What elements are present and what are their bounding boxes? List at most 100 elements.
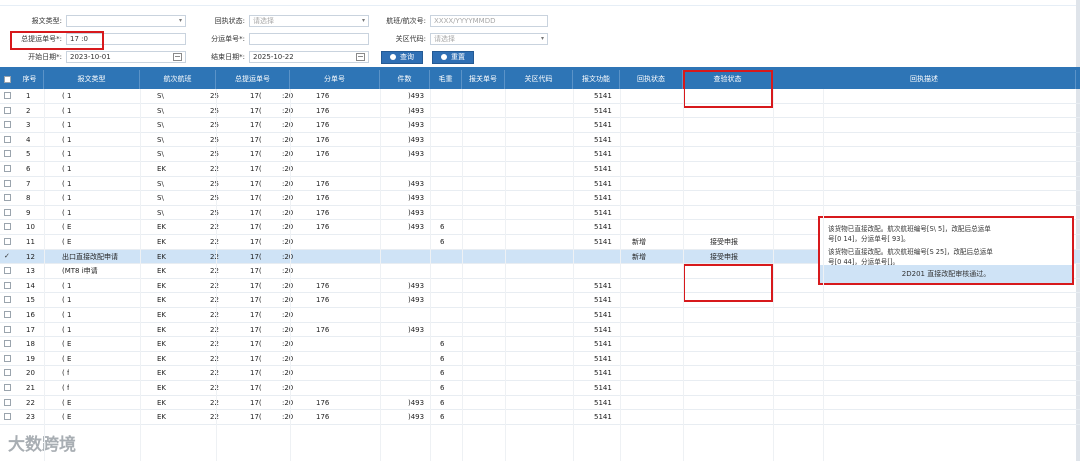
customs-code-cell: 5141 — [594, 121, 612, 130]
msg-type-cell: ( 1 — [62, 121, 72, 130]
voyage-input[interactable]: XXXX/YYYYMMDD — [430, 15, 548, 27]
master-bill-cell-2: :20 — [282, 296, 294, 305]
house-bill-cell-2: )493 — [408, 150, 425, 159]
house-bill-cell: 176 — [316, 135, 330, 144]
column-header[interactable]: 关区代码 — [505, 70, 573, 89]
column-divider — [140, 89, 141, 461]
search-button[interactable]: 查询 — [381, 51, 423, 64]
calendar-icon[interactable] — [356, 53, 365, 61]
msg-type-select[interactable]: ▾ — [66, 15, 186, 27]
row-number: 15 — [26, 296, 35, 305]
row-checkbox[interactable] — [4, 267, 11, 275]
select-all-checkbox[interactable] — [4, 76, 11, 83]
msg-type-label: 报文类型: — [31, 17, 62, 25]
table-row[interactable]: 4 ( 1 S\ 25 17(:20 176)493 5141 — [0, 133, 1080, 148]
row-checkbox[interactable] — [4, 398, 11, 406]
table-row[interactable]: 5 ( 1 S\ 25 17(:20 176)493 5141 — [0, 147, 1080, 162]
master-bill-cell-2: :20 — [282, 208, 294, 217]
voyage-cell-2: 22 — [210, 238, 219, 246]
msg-type-cell: ( E — [62, 238, 72, 246]
table-row[interactable]: 8 ( 1 S\ 25 17(:20 176)493 5141 — [0, 191, 1080, 206]
highlight-status-header — [683, 70, 773, 108]
table-row[interactable]: 2 ( 1 S\ 25 17(:20 176)493 5141 — [0, 104, 1080, 119]
row-checkbox[interactable] — [4, 194, 11, 202]
column-header[interactable]: 报文功能 — [573, 70, 620, 89]
row-checkbox[interactable] — [4, 223, 11, 231]
customs-label: 关区代码: — [395, 35, 426, 43]
customs-code-cell: 5141 — [594, 296, 612, 305]
end-date-input[interactable]: 2025-10-22 — [249, 51, 369, 63]
master-bill-cell: 17( — [250, 398, 262, 407]
table-row[interactable]: 18 ( E EK 22 17(:20 6 5141 — [0, 337, 1080, 352]
msg-type-cell: ( 1 — [62, 194, 72, 203]
row-checkbox[interactable] — [4, 413, 11, 421]
master-bill-cell-2: :20 — [282, 354, 294, 363]
table-row[interactable]: 7 ( 1 S\ 25 17(:20 176)493 5141 — [0, 177, 1080, 192]
column-divider — [620, 89, 621, 461]
column-divider — [290, 89, 291, 461]
row-number: 6 — [26, 165, 31, 173]
row-checkbox[interactable] — [4, 208, 11, 216]
row-checkbox[interactable] — [4, 384, 11, 391]
row-number: 4 — [26, 135, 31, 144]
column-header[interactable]: 毛重 — [430, 70, 462, 89]
row-checkbox[interactable]: ✓ — [4, 252, 11, 260]
table-row[interactable]: 3 ( 1 S\ 25 17(:20 176)493 5141 — [0, 118, 1080, 133]
start-date-input[interactable]: 2023-10-01 — [66, 51, 186, 63]
table-row[interactable]: 22 ( E EK 22 17(:20 176)493 6 5141 — [0, 396, 1080, 411]
table-row[interactable]: 15 ( 1 EK 22 17(:20 176)493 5141 — [0, 293, 1080, 308]
table-row[interactable]: 19 ( E EK 22 17(:20 6 5141 — [0, 352, 1080, 367]
table-row[interactable]: 23 ( E EK 22 17(:20 176)493 6 5141 — [0, 410, 1080, 425]
voyage-cell: EK — [157, 398, 167, 407]
column-header[interactable]: 报文类型 — [44, 70, 140, 89]
reset-button[interactable]: 重置 — [432, 51, 474, 64]
calendar-icon[interactable] — [173, 53, 182, 61]
popup-line-3: 该货物已直接改配。航次航班编号[S 25]，改配后总运单 — [828, 248, 993, 256]
row-checkbox[interactable] — [4, 340, 11, 348]
voyage-cell-2: 25 — [210, 135, 219, 144]
row-checkbox[interactable] — [4, 135, 11, 143]
column-header[interactable]: 报关单号 — [462, 70, 505, 89]
column-header[interactable]: 航次航班 — [140, 70, 216, 89]
pieces-cell: 6 — [440, 223, 445, 232]
voyage-cell: EK — [157, 340, 167, 349]
receipt-status-select[interactable]: 请选择 ▾ — [249, 15, 369, 27]
house-bill-cell-2: )493 — [408, 398, 425, 407]
row-checkbox[interactable] — [4, 179, 11, 187]
row-checkbox[interactable] — [4, 238, 11, 245]
row-number: 9 — [26, 208, 31, 217]
row-checkbox[interactable] — [4, 121, 11, 129]
column-header[interactable]: 回执状态 — [620, 70, 683, 89]
row-checkbox[interactable] — [4, 325, 11, 333]
row-checkbox[interactable] — [4, 354, 11, 362]
row-checkbox[interactable] — [4, 150, 11, 158]
table-row[interactable]: 6 ( 1 EK 22 17(:20 5141 — [0, 162, 1080, 177]
row-checkbox[interactable] — [4, 311, 11, 318]
voyage-cell: S\ — [157, 150, 164, 159]
row-checkbox[interactable] — [4, 92, 11, 99]
row-checkbox[interactable] — [4, 281, 11, 289]
column-header[interactable]: 总提运单号 — [216, 70, 290, 89]
column-header[interactable]: 件数 — [380, 70, 430, 89]
table-row[interactable]: 20 ( f EK 22 17(:20 6 5141 — [0, 366, 1080, 381]
column-header[interactable]: 回执描述 — [773, 70, 1076, 89]
row-checkbox[interactable] — [4, 369, 11, 377]
column-divider — [44, 89, 45, 461]
voyage-cell-2: 25 — [210, 106, 219, 115]
customs-select[interactable]: 请选择 ▾ — [430, 33, 548, 45]
house-bill-input[interactable] — [249, 33, 369, 45]
customs-code-cell: 5141 — [594, 369, 612, 378]
column-header[interactable]: 序号 — [16, 70, 44, 89]
table-row[interactable]: 17 ( 1 EK 22 17(:20 176)493 5141 — [0, 323, 1080, 338]
master-bill-cell: 17( — [250, 150, 262, 159]
row-checkbox[interactable] — [4, 165, 11, 172]
master-bill-cell: 17( — [250, 179, 262, 188]
table-row[interactable]: 1 ( 1 S\ 25 17(:20 176)493 5141 — [0, 89, 1080, 104]
table-row[interactable]: 21 ( f EK 22 17(:20 6 5141 — [0, 381, 1080, 396]
master-bill-cell: 17( — [250, 165, 262, 173]
table-row[interactable]: 16 ( 1 EK 22 17(:20 5141 — [0, 308, 1080, 323]
row-checkbox[interactable] — [4, 106, 11, 114]
master-bill-cell: 17( — [250, 194, 262, 203]
column-header[interactable]: 分单号 — [290, 70, 380, 89]
row-checkbox[interactable] — [4, 296, 11, 304]
